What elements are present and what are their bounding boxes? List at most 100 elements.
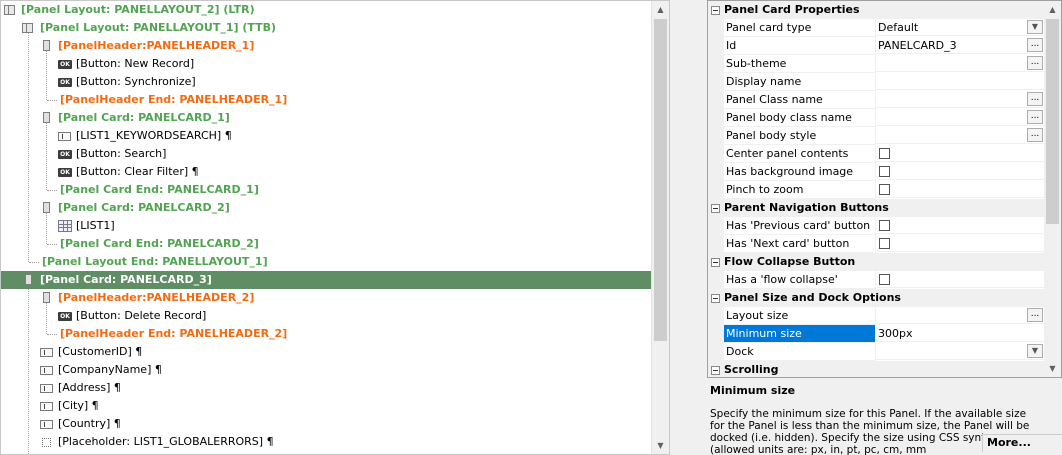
property-value[interactable]	[875, 271, 1045, 288]
tree-node[interactable]: [LIST1_KEYWORDSEARCH] ¶	[1, 127, 651, 145]
property-value[interactable]	[875, 163, 1045, 180]
property-row[interactable]: Layout size ...	[708, 307, 1045, 325]
property-value[interactable]: PANELCARD_3...	[875, 37, 1045, 54]
property-value[interactable]	[875, 145, 1045, 162]
collapse-icon[interactable]	[711, 6, 720, 15]
property-name: Has background image	[724, 163, 876, 181]
property-row[interactable]: Sub-theme ...	[708, 55, 1045, 73]
property-row[interactable]: Has 'Next card' button	[708, 235, 1045, 253]
scroll-down-icon[interactable]: ▼	[652, 437, 669, 454]
scroll-down-icon[interactable]: ▼	[1044, 360, 1061, 377]
tree-node[interactable]: OK [Button: New Record]	[1, 55, 651, 73]
collapse-icon[interactable]	[711, 294, 720, 303]
tree-node-selected[interactable]: [Panel Card: PANELCARD_3]	[1, 271, 651, 289]
property-name: Has 'Next card' button	[724, 235, 876, 253]
ellipsis-button[interactable]: ...	[1027, 38, 1043, 52]
checkbox[interactable]	[879, 184, 890, 195]
tree-node[interactable]: [Panel Card End: PANELCARD_1]	[1, 181, 651, 199]
category-flow-collapse-button[interactable]: Flow Collapse Button	[708, 253, 1045, 271]
tree-node[interactable]: [Placeholder: LIST1_GLOBALERRORS] ¶	[1, 433, 651, 451]
property-value[interactable]: ...	[875, 55, 1045, 72]
textbox-icon	[40, 384, 53, 393]
checkbox[interactable]	[879, 166, 890, 177]
category-parent-navigation-buttons[interactable]: Parent Navigation Buttons	[708, 199, 1045, 217]
property-row[interactable]: Center panel contents	[708, 145, 1045, 163]
tree-node[interactable]: [City] ¶	[1, 397, 651, 415]
property-row[interactable]: Panel card type Default ▼	[708, 19, 1045, 37]
property-name: Dock	[724, 343, 876, 361]
category-panel-size-dock[interactable]: Panel Size and Dock Options	[708, 289, 1045, 307]
tree-node[interactable]: [Panel Card End: PANELCARD_2]	[1, 235, 651, 253]
tree-node[interactable]: [LIST1]	[1, 217, 651, 235]
property-value[interactable]: ▼	[875, 343, 1045, 360]
property-value[interactable]	[875, 181, 1045, 198]
property-name: Has a 'flow collapse' button	[724, 271, 876, 304]
scroll-up-icon[interactable]: ▲	[1044, 1, 1061, 18]
tree-node[interactable]: [PanelHeader:PANELHEADER_2]	[1, 289, 651, 307]
property-row[interactable]: Pinch to zoom	[708, 181, 1045, 199]
checkbox[interactable]	[879, 238, 890, 249]
property-row-selected[interactable]: Minimum size 300px	[708, 325, 1045, 343]
tree-scrollbar[interactable]: ▲ ▼	[651, 1, 669, 454]
property-row[interactable]: Has a 'flow collapse' button	[708, 271, 1045, 304]
checkbox[interactable]	[879, 274, 890, 285]
property-row[interactable]: Panel Class name ...	[708, 91, 1045, 109]
tree-node[interactable]: [Address] ¶	[1, 379, 651, 397]
property-row[interactable]: Panel body style ...	[708, 127, 1045, 145]
tree-node[interactable]: [Panel Layout End: PANELLAYOUT_1]	[1, 253, 651, 271]
ellipsis-button[interactable]: ...	[1027, 308, 1043, 322]
dropdown-arrow-icon[interactable]: ▼	[1027, 20, 1043, 34]
tree-node[interactable]: OK [Button: Synchronize]	[1, 73, 651, 91]
ellipsis-button[interactable]: ...	[1027, 128, 1043, 142]
panel-header-icon	[43, 40, 50, 51]
tree-node-label: [Panel Card End: PANELCARD_2]	[60, 237, 259, 250]
dropdown-arrow-icon[interactable]: ▼	[1027, 344, 1043, 358]
property-value[interactable]: ...	[875, 307, 1045, 324]
tree-node[interactable]: OK [Button: Search]	[1, 145, 651, 163]
tree-node[interactable]: [PanelHeader End: PANELHEADER_1]	[1, 91, 651, 109]
property-scrollbar[interactable]: ▲ ▼	[1044, 1, 1061, 377]
property-row[interactable]: Display name	[708, 73, 1045, 91]
tree-node[interactable]: [Panel Layout: PANELLAYOUT_1] (TTB)	[1, 19, 651, 37]
checkbox[interactable]	[879, 220, 890, 231]
property-value[interactable]: 300px	[875, 325, 1045, 342]
panel-layout-icon	[22, 23, 33, 33]
ellipsis-button[interactable]: ...	[1027, 56, 1043, 70]
property-row[interactable]: Has background image	[708, 163, 1045, 181]
tree-node[interactable]: OK [Button: Delete Record]	[1, 307, 651, 325]
checkbox[interactable]	[879, 148, 890, 159]
collapse-icon[interactable]	[711, 204, 720, 213]
property-value[interactable]	[875, 73, 1045, 90]
property-value[interactable]	[875, 235, 1045, 252]
property-value[interactable]: ...	[875, 109, 1045, 126]
tree-node[interactable]: [PanelHeader:PANELHEADER_1]	[1, 37, 651, 55]
tree-node[interactable]: [PanelHeader End: PANELHEADER_2]	[1, 325, 651, 343]
property-row[interactable]: Has 'Previous card' button	[708, 217, 1045, 235]
property-value[interactable]: ...	[875, 91, 1045, 108]
tree-node[interactable]: [Panel Layout: PANELLAYOUT_2] (LTR)	[1, 1, 651, 19]
tree-node[interactable]: [Panel Card: PANELCARD_1]	[1, 109, 651, 127]
tree-node[interactable]: [CustomerID] ¶	[1, 343, 651, 361]
property-value[interactable]: ...	[875, 127, 1045, 144]
property-row[interactable]: Panel body class name ...	[708, 109, 1045, 127]
collapse-icon[interactable]	[711, 366, 720, 375]
scrollbar-thumb[interactable]	[1046, 19, 1059, 224]
ellipsis-button[interactable]: ...	[1027, 110, 1043, 124]
property-value[interactable]	[875, 217, 1045, 234]
category-panel-card-properties[interactable]: Panel Card Properties	[708, 1, 1045, 19]
scroll-up-icon[interactable]: ▲	[652, 1, 669, 18]
tree-node[interactable]: OK [Button: Clear Filter] ¶	[1, 163, 651, 181]
ellipsis-button[interactable]: ...	[1027, 92, 1043, 106]
property-row[interactable]: Dock ▼	[708, 343, 1045, 361]
button-icon: OK	[58, 168, 72, 177]
more-link[interactable]: More...	[982, 434, 1062, 452]
collapse-icon[interactable]	[711, 258, 720, 267]
category-scrolling[interactable]: Scrolling	[708, 361, 1045, 377]
scrollbar-thumb[interactable]	[654, 19, 667, 341]
tree-node[interactable]: [Country] ¶	[1, 415, 651, 433]
property-row[interactable]: Id PANELCARD_3...	[708, 37, 1045, 55]
tree-node[interactable]: [Panel Card: PANELCARD_2]	[1, 199, 651, 217]
property-value[interactable]: Default ▼	[875, 19, 1045, 36]
tree-node-label: [Button: Synchronize]	[76, 75, 196, 88]
tree-node[interactable]: [CompanyName] ¶	[1, 361, 651, 379]
